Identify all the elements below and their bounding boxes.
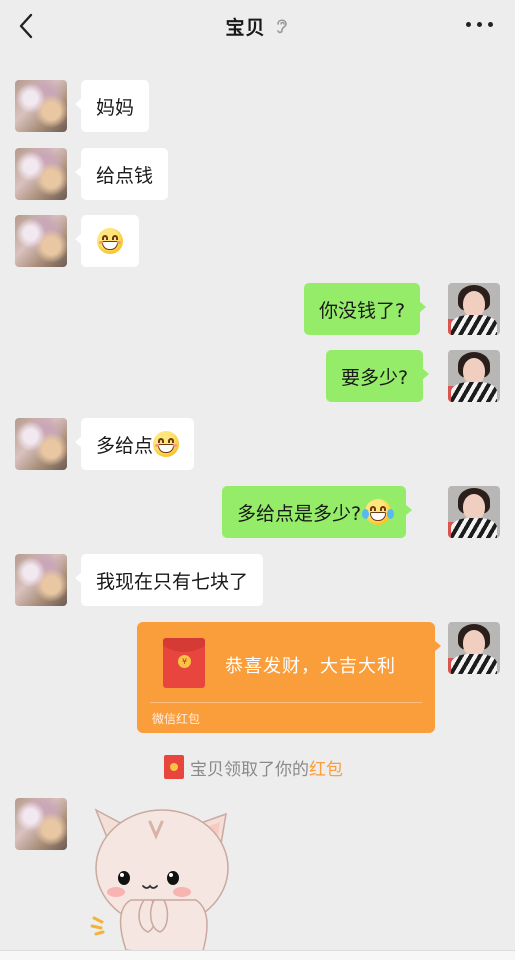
chevron-left-icon[interactable] — [14, 12, 40, 40]
red-packet-link[interactable]: 红包 — [309, 755, 343, 780]
avatar-self[interactable] — [448, 486, 500, 538]
red-packet-message[interactable]: ¥ 恭喜发财，大吉大利 微信红包 — [137, 622, 441, 733]
avatar-self[interactable] — [448, 622, 500, 674]
avatar-contact[interactable] — [15, 80, 67, 132]
system-message-text: 宝贝领取了你的 — [190, 759, 309, 780]
avatar-contact[interactable] — [15, 798, 67, 850]
message-text: 多给点 — [96, 434, 154, 457]
red-packet-title: 恭喜发财，大吉大利 — [225, 656, 396, 677]
message-bubble-received[interactable] — [75, 215, 139, 267]
grin-emoji-icon — [153, 431, 180, 457]
avatar-contact[interactable] — [15, 148, 67, 200]
system-message: 宝贝领取了你的 红包 — [164, 755, 343, 780]
message-text: 多给点是多少? — [237, 502, 362, 525]
red-packet-icon: ¥ — [163, 638, 205, 688]
message-bubble-received[interactable]: 给点钱 — [74, 148, 169, 200]
message-bubble-received[interactable]: 多给点 — [74, 418, 195, 470]
coin-icon: ¥ — [178, 655, 191, 668]
message-text: 要多少? — [341, 366, 409, 389]
message-bubble-sent[interactable]: 要多少? — [326, 350, 430, 402]
avatar-self[interactable] — [448, 350, 500, 402]
title-group: 宝贝 — [225, 13, 289, 40]
message-text: 妈妈 — [96, 96, 135, 119]
more-icon[interactable] — [466, 22, 493, 27]
message-bubble-received[interactable]: 我现在只有七块了 — [74, 554, 264, 606]
message-text: 你没钱了? — [319, 299, 406, 322]
input-bar[interactable] — [0, 950, 515, 960]
message-text: 给点钱 — [96, 164, 154, 187]
red-packet-small-icon — [164, 755, 184, 779]
ear-icon — [276, 19, 287, 34]
avatar-contact[interactable] — [15, 554, 67, 606]
message-bubble-received[interactable]: 妈妈 — [74, 80, 150, 132]
message-bubble-sent[interactable]: 多给点是多少? — [222, 486, 413, 538]
chat-title: 宝贝 — [225, 16, 266, 39]
laugh-cry-emoji-icon — [362, 499, 395, 525]
avatar-contact[interactable] — [15, 215, 67, 267]
red-packet-footer: 微信红包 — [152, 712, 201, 726]
avatar-self[interactable] — [448, 283, 500, 335]
message-bubble-sent[interactable]: 你没钱了? — [304, 283, 427, 335]
chat-header: 宝贝 — [0, 0, 515, 52]
grin-emoji-icon — [97, 228, 123, 254]
message-text: 我现在只有七块了 — [96, 570, 249, 593]
avatar-contact[interactable] — [15, 418, 67, 470]
cat-sticker[interactable] — [86, 800, 236, 960]
divider — [150, 702, 422, 703]
